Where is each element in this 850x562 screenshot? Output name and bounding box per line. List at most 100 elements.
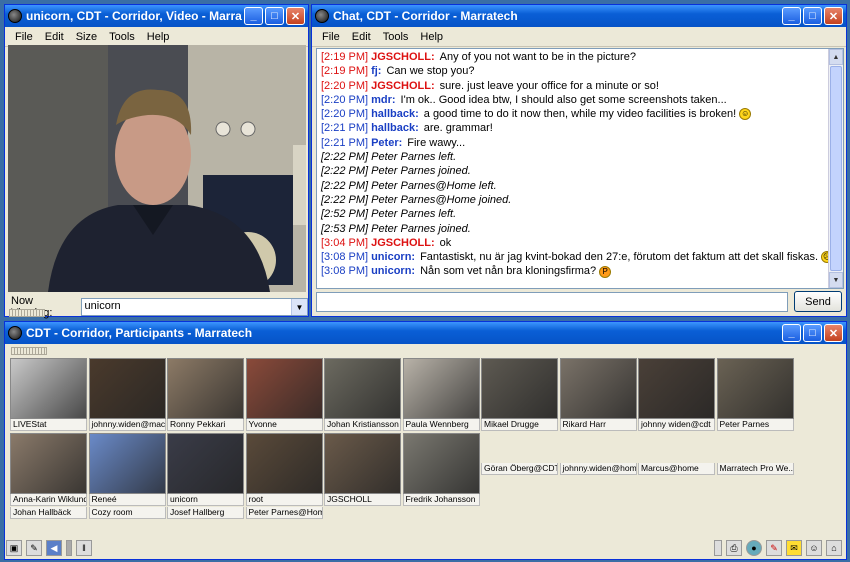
participant-video-thumbnail[interactable] (402, 358, 480, 419)
message-nick[interactable]: JGSCHOLL: (371, 237, 435, 249)
chat-log[interactable]: [2:19 PM] JGSCHOLL: Any of you not want to… (316, 48, 844, 289)
resize-grip[interactable] (9, 309, 45, 317)
participant-tile[interactable]: johnny widen@cdt (638, 358, 715, 431)
participant-video-thumbnail[interactable] (245, 433, 323, 494)
participant-video-thumbnail[interactable] (88, 358, 166, 419)
message-nick[interactable]: hallback: (371, 108, 419, 120)
message-nick[interactable]: Peter: (371, 137, 402, 149)
room-icon[interactable]: ⌂ (826, 540, 842, 556)
participant-video-thumbnail[interactable] (324, 358, 401, 419)
participant-tile[interactable]: Göran Öberg@CDT (481, 463, 558, 475)
printer-icon[interactable]: ⎙ (726, 540, 742, 556)
menu-help[interactable]: Help (147, 31, 170, 43)
chat-titlebar[interactable]: Chat, CDT - Corridor - Marratech _ □ ✕ (312, 5, 846, 27)
participant-tile[interactable]: Peter Parnes@Home (245, 507, 323, 519)
message-nick[interactable]: hallback: (371, 122, 419, 134)
now-viewing-row: Now Viewing: unicorn ▼ (11, 295, 308, 319)
participant-tile[interactable]: Ronny Pekkari (167, 358, 244, 431)
close-button[interactable]: ✕ (286, 7, 305, 25)
now-viewing-select[interactable]: unicorn ▼ (80, 298, 308, 316)
participant-tile[interactable]: JGSCHOLL (324, 433, 401, 506)
participant-video-thumbnail[interactable] (324, 433, 401, 494)
chat-message: [2:21 PM] Peter: Fire wawy... (317, 136, 843, 150)
participant-video-thumbnail[interactable] (481, 358, 558, 419)
menu-file[interactable]: File (15, 31, 33, 43)
message-nick[interactable]: JGSCHOLL: (371, 51, 435, 63)
chat-scrollbar[interactable]: ▲ ▼ (828, 49, 843, 288)
menu-file[interactable]: File (322, 31, 340, 43)
participants-titlebar[interactable]: CDT - Corridor, Participants - Marratech… (5, 322, 846, 344)
participant-tile[interactable]: johnny.widen@mac (88, 358, 166, 431)
minimize-button[interactable]: _ (782, 324, 801, 342)
participant-video-thumbnail[interactable] (10, 433, 87, 494)
message-nick[interactable]: unicorn: (371, 265, 415, 277)
participant-name: Peter Parnes (716, 419, 794, 431)
participant-tile[interactable]: Johan Hallbäck (10, 507, 87, 519)
participant-tile[interactable]: Johan Kristiansson (324, 358, 401, 431)
scroll-thumb[interactable] (830, 66, 842, 271)
mic-icon[interactable]: ✎ (26, 540, 42, 556)
close-button[interactable]: ✕ (824, 324, 843, 342)
participant-tile[interactable]: johnny.widen@home (559, 463, 637, 475)
marratech-app-icon (315, 9, 329, 23)
send-button[interactable]: Send (794, 291, 842, 312)
message-nick[interactable]: unicorn: (371, 251, 415, 263)
participant-video-thumbnail[interactable] (10, 358, 87, 419)
message-nick[interactable]: JGSCHOLL: (371, 80, 435, 92)
participant-tile[interactable]: LIVEStat (10, 358, 87, 431)
participant-video-thumbnail[interactable] (88, 433, 166, 494)
whiteboard-icon[interactable]: ✎ (766, 540, 782, 556)
volume-slider-icon[interactable]: ‖ (76, 540, 92, 556)
participant-video-thumbnail[interactable] (245, 358, 323, 419)
menu-size[interactable]: Size (76, 31, 97, 43)
participant-tile[interactable]: Reneé (88, 433, 166, 506)
participant-video-thumbnail[interactable] (167, 358, 244, 419)
message-text: I'm ok.. Good idea btw, I should also ge… (400, 93, 727, 106)
participant-tile[interactable]: Marcus@home (638, 463, 715, 475)
participant-tile[interactable]: Fredrik Johansson (402, 433, 480, 506)
participant-tile[interactable]: unicorn (167, 433, 244, 506)
menu-help[interactable]: Help (420, 31, 443, 43)
maximize-button[interactable]: □ (265, 7, 284, 25)
participant-tile[interactable]: Anna-Karin Wiklund (10, 433, 87, 506)
participant-video-thumbnail[interactable] (167, 433, 244, 494)
participant-tile[interactable]: Yvonne (245, 358, 323, 431)
participant-tile[interactable]: Rikard Harr (559, 358, 637, 431)
participant-name: Ronny Pekkari (167, 419, 244, 431)
participant-tile[interactable]: root (245, 433, 323, 506)
participant-tile[interactable]: Paula Wennberg (402, 358, 480, 431)
participant-tile[interactable]: Peter Parnes (716, 358, 794, 431)
participant-tile[interactable]: Cozy room (88, 507, 166, 519)
speaker-icon[interactable]: ◀ (46, 540, 62, 556)
chevron-down-icon[interactable]: ▼ (291, 299, 307, 315)
participants-icon[interactable]: ☺ (806, 540, 822, 556)
chat-bubble-icon[interactable]: ✉ (786, 540, 802, 556)
participant-video-thumbnail[interactable] (402, 433, 480, 494)
participant-video-thumbnail[interactable] (638, 358, 715, 419)
menu-edit[interactable]: Edit (352, 31, 371, 43)
minimize-button[interactable]: _ (244, 7, 263, 25)
participant-tile[interactable]: Josef Hallberg (167, 507, 244, 519)
system-message: [2:22 PM] Peter Parnes left. (321, 151, 457, 164)
participant-tile[interactable]: Mikael Drugge (481, 358, 558, 431)
video-toggle-icon[interactable]: ▣ (6, 540, 22, 556)
menu-tools[interactable]: Tools (383, 31, 409, 43)
participant-tile[interactable]: Marratech Pro We... (716, 463, 794, 475)
message-nick[interactable]: mdr: (371, 94, 395, 106)
message-nick[interactable]: fj: (371, 65, 381, 77)
menu-edit[interactable]: Edit (45, 31, 64, 43)
close-button[interactable]: ✕ (824, 7, 843, 25)
participant-name: Marcus@home (638, 463, 715, 475)
globe-icon[interactable]: ● (746, 540, 762, 556)
scroll-up-button[interactable]: ▲ (829, 49, 843, 65)
maximize-button[interactable]: □ (803, 324, 822, 342)
scroll-down-button[interactable]: ▼ (829, 272, 843, 288)
maximize-button[interactable]: □ (803, 7, 822, 25)
resize-grip[interactable] (11, 347, 47, 355)
minimize-button[interactable]: _ (782, 7, 801, 25)
menu-tools[interactable]: Tools (109, 31, 135, 43)
video-titlebar[interactable]: unicorn, CDT - Corridor, Video - Marrate… (5, 5, 308, 27)
participant-video-thumbnail[interactable] (559, 358, 637, 419)
chat-input[interactable] (316, 292, 788, 312)
participant-video-thumbnail[interactable] (716, 358, 794, 419)
